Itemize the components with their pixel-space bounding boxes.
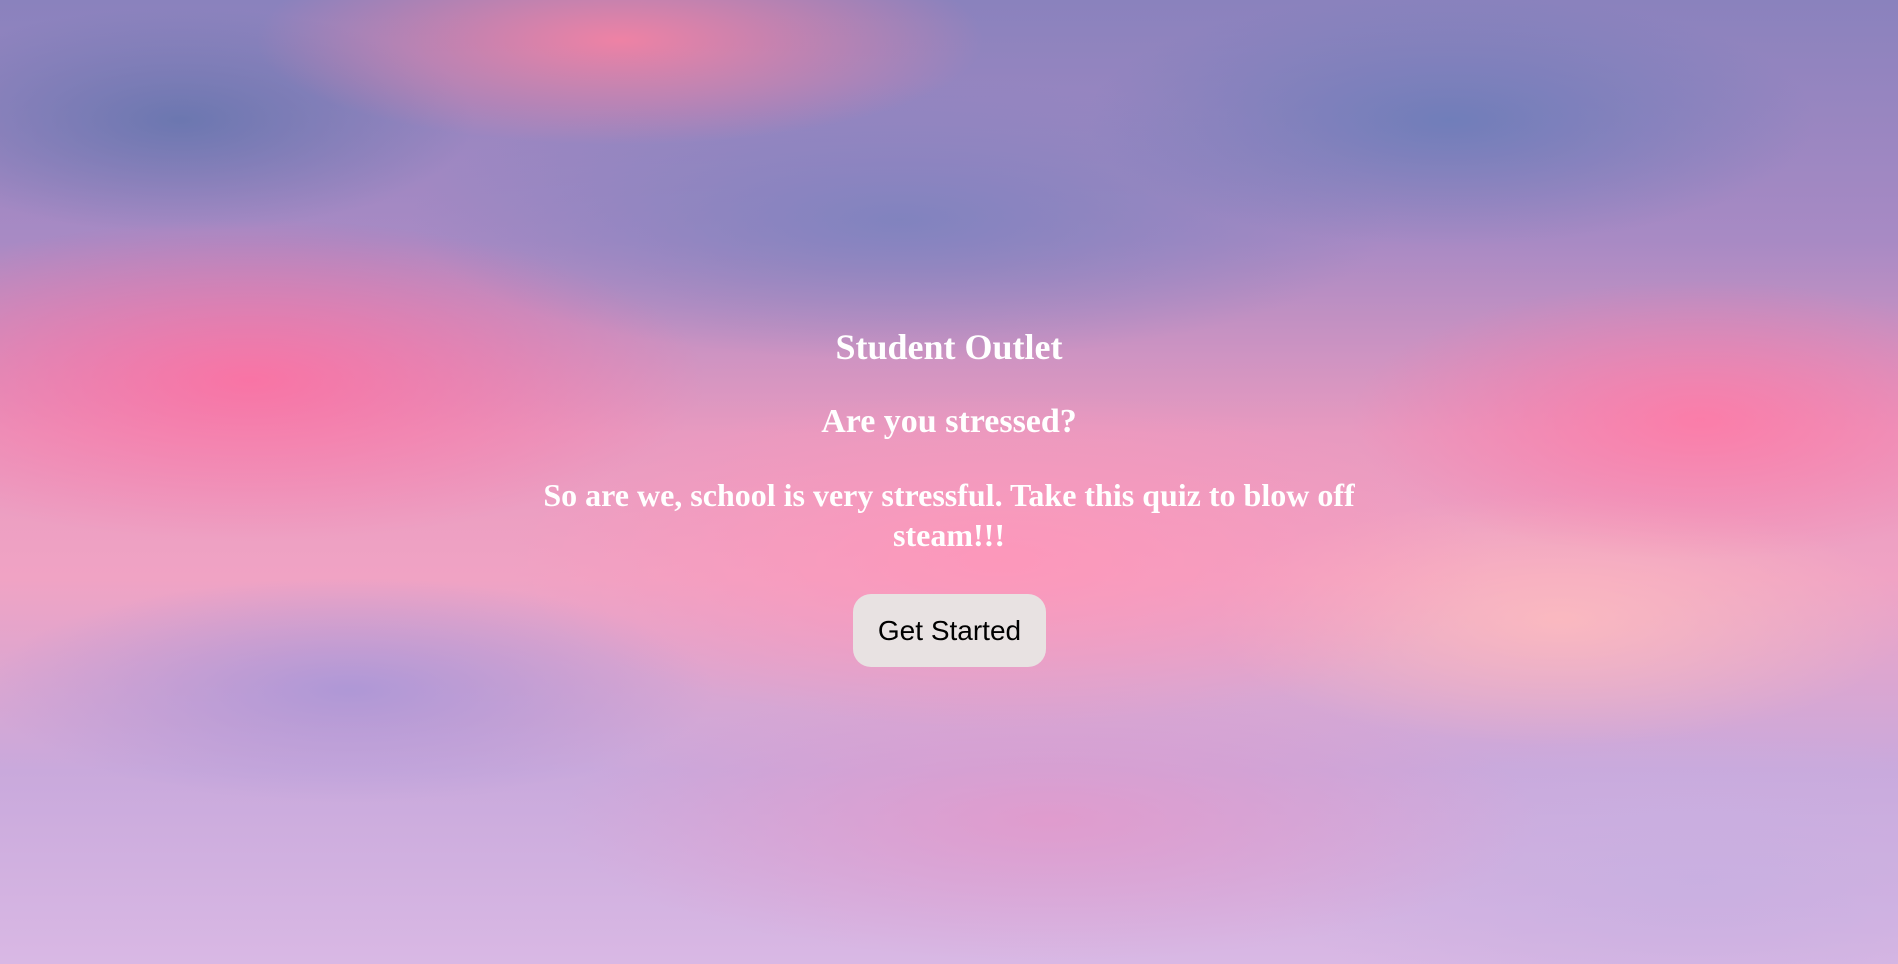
intro-message: So are we, school is very stressful. Tak… [543, 477, 1355, 553]
page-title: Student Outlet [835, 327, 1063, 367]
get-started-button[interactable]: Get Started [853, 594, 1046, 667]
page-subtitle: Are you stressed? [821, 403, 1077, 440]
